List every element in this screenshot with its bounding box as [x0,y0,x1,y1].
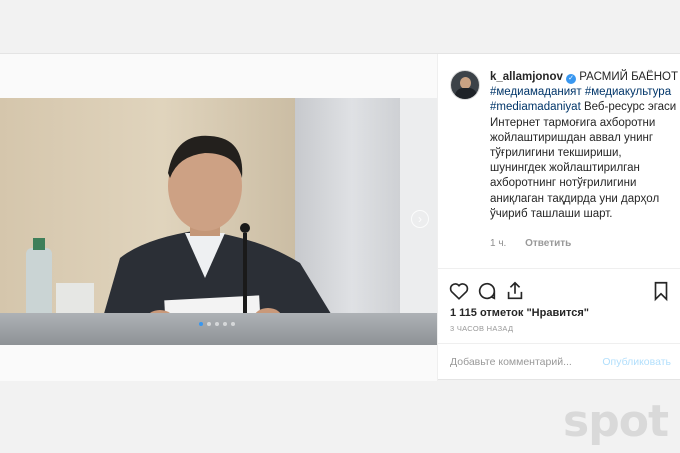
spot-watermark: spot [563,396,669,447]
comment-input[interactable]: Добавьте комментарий... [450,356,572,368]
carousel-dot[interactable] [199,322,203,326]
carousel-dot[interactable] [223,322,227,326]
post-media: › [0,54,437,381]
comment-icon[interactable] [476,280,498,302]
bookmark-icon[interactable] [650,280,672,302]
post-sidebar: k_allamjonov ✓ РАСМИЙ БАЁНОТ #медиамадан… [437,54,680,381]
speaker-figure [26,135,350,345]
avatar[interactable] [450,70,480,100]
post-timestamp[interactable]: 3 ЧАСОВ НАЗАД [450,324,513,333]
carousel-dot[interactable] [231,322,235,326]
comment-age: 1 ч. [490,238,507,249]
action-bar [448,280,673,304]
divider [438,268,680,269]
caption-meta: 1 ч. Ответить [490,238,587,249]
heart-icon[interactable] [448,280,470,302]
caption-body: Веб-ресурс эгаси Интернет тармоғига ахбо… [490,101,677,220]
caption-text: k_allamjonov ✓ РАСМИЙ БАЁНОТ #медиамадан… [490,70,680,222]
carousel-dot[interactable] [215,322,219,326]
publish-button[interactable]: Опубликовать [602,356,671,368]
reply-button[interactable]: Ответить [525,238,571,249]
caption-title: РАСМИЙ БАЁНОТ [579,71,678,83]
comment-form: Добавьте комментарий... Опубликовать [438,343,680,381]
likes-count[interactable]: 1 115 отметок "Нравится" [450,307,589,319]
desk [0,313,437,345]
carousel-dots [199,322,235,326]
username-link[interactable]: k_allamjonov [490,71,563,83]
chevron-right-icon[interactable]: › [411,210,429,228]
instagram-post: › k_allamjonov ✓ РАСМИЙ БАЁНОТ #медиамад… [0,53,680,381]
carousel-dot[interactable] [207,322,211,326]
share-icon[interactable] [504,280,526,302]
verified-badge-icon: ✓ [566,74,577,84]
post-photo: › [0,98,437,345]
